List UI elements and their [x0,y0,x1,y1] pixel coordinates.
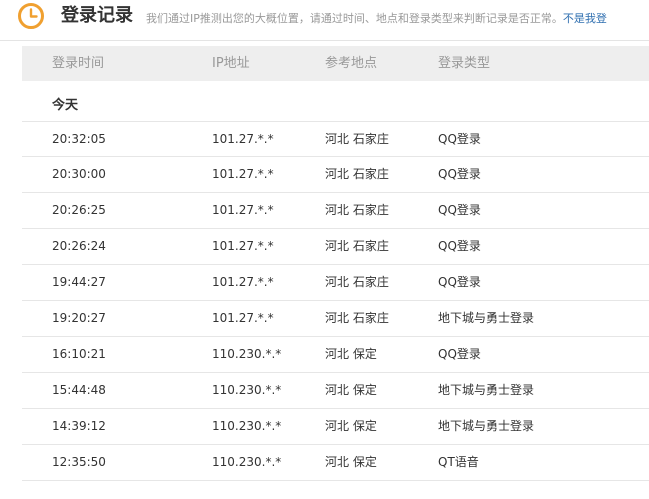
column-header-location: 参考地点 [325,56,378,71]
location: 河北 石家庄 [325,132,389,146]
ip-address: 101.27.*.* [212,311,274,325]
column-header-time: 登录时间 [52,56,105,71]
login-type: QQ登录 [438,132,481,146]
table-row: 14:39:12 110.230.*.* 河北 保定 地下城与勇士登录 [22,409,649,445]
column-header-ip: IP地址 [212,56,250,71]
table-row: 20:26:24 101.27.*.* 河北 石家庄 QQ登录 [22,229,649,265]
page-header: 登录记录 我们通过IP推测出您的大概位置，请通过时间、地点和登录类型来判断记录是… [0,0,649,41]
table-header: 登录时间 IP地址 参考地点 登录类型 [22,46,649,81]
ip-address: 101.27.*.* [212,167,274,181]
clock-icon [18,3,44,29]
group-label-today: 今天 [52,98,79,113]
ip-address: 110.230.*.* [212,419,282,433]
location: 河北 石家庄 [325,203,389,217]
column-header-type: 登录类型 [438,56,491,71]
login-time: 19:44:27 [52,275,106,289]
description-text: 我们通过IP推测出您的大概位置，请通过时间、地点和登录类型来判断记录是否正常。 [146,12,563,25]
ip-address: 110.230.*.* [212,347,282,361]
location: 河北 石家庄 [325,275,389,289]
table-row: 16:10:21 110.230.*.* 河北 保定 QQ登录 [22,337,649,373]
login-time: 20:32:05 [52,132,106,146]
login-type: QT语音 [438,455,479,469]
login-time: 20:30:00 [52,167,106,181]
table-row: 20:32:05 101.27.*.* 河北 石家庄 QQ登录 [22,121,649,157]
login-time: 19:20:27 [52,311,106,325]
ip-address: 101.27.*.* [212,132,274,146]
location: 河北 石家庄 [325,167,389,181]
location: 河北 石家庄 [325,311,389,325]
login-time: 16:10:21 [52,347,106,361]
location: 河北 保定 [325,383,377,397]
login-time: 20:26:25 [52,203,106,217]
ip-address: 110.230.*.* [212,455,282,469]
table-row: 19:20:27 101.27.*.* 河北 石家庄 地下城与勇士登录 [22,301,649,337]
location: 河北 保定 [325,347,377,361]
page-description: 我们通过IP推测出您的大概位置，请通过时间、地点和登录类型来判断记录是否正常。不… [146,12,607,26]
login-type: QQ登录 [438,203,481,217]
login-type: 地下城与勇士登录 [438,419,535,433]
login-records-table: 20:32:05 101.27.*.* 河北 石家庄 QQ登录 20:30:00… [22,121,649,481]
location: 河北 石家庄 [325,239,389,253]
login-type: QQ登录 [438,275,481,289]
page-title: 登录记录 [61,5,133,26]
ip-address: 110.230.*.* [212,383,282,397]
login-type: 地下城与勇士登录 [438,311,535,325]
location: 河北 保定 [325,455,377,469]
table-row: 12:35:50 110.230.*.* 河北 保定 QT语音 [22,445,649,481]
table-row: 20:26:25 101.27.*.* 河北 石家庄 QQ登录 [22,193,649,229]
not-me-link[interactable]: 不是我登 [563,12,607,25]
login-type: QQ登录 [438,239,481,253]
table-row: 15:44:48 110.230.*.* 河北 保定 地下城与勇士登录 [22,373,649,409]
login-type: QQ登录 [438,167,481,181]
login-type: QQ登录 [438,347,481,361]
location: 河北 保定 [325,419,377,433]
ip-address: 101.27.*.* [212,275,274,289]
table-row: 20:30:00 101.27.*.* 河北 石家庄 QQ登录 [22,157,649,193]
login-time: 20:26:24 [52,239,106,253]
login-time: 12:35:50 [52,455,106,469]
table-row: 19:44:27 101.27.*.* 河北 石家庄 QQ登录 [22,265,649,301]
login-time: 15:44:48 [52,383,106,397]
login-time: 14:39:12 [52,419,106,433]
ip-address: 101.27.*.* [212,239,274,253]
ip-address: 101.27.*.* [212,203,274,217]
login-type: 地下城与勇士登录 [438,383,535,397]
